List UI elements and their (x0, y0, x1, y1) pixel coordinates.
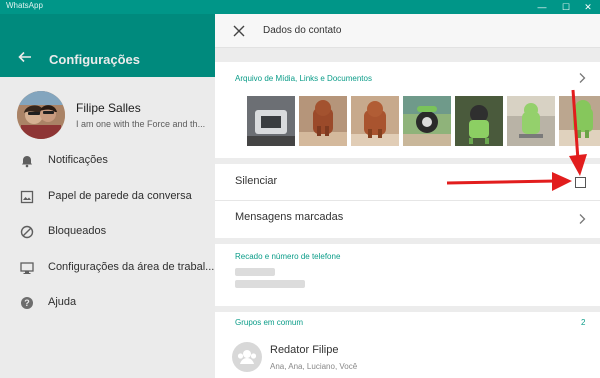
close-window-button[interactable]: ✕ (578, 0, 598, 14)
back-arrow-icon[interactable] (18, 50, 32, 64)
mute-checkbox[interactable] (575, 177, 586, 188)
svg-text:?: ? (24, 298, 30, 308)
group-icon (237, 350, 257, 364)
wallpaper-icon (20, 190, 34, 204)
about-card: Recado e número de telefone (215, 244, 600, 306)
settings-title: Configurações (49, 52, 141, 67)
chevron-right-icon[interactable] (577, 72, 587, 84)
settings-header: Configurações (0, 14, 215, 77)
close-icon[interactable] (232, 24, 246, 38)
profile-row[interactable]: Filipe Salles I am one with the Force an… (0, 87, 215, 147)
block-icon (20, 225, 34, 239)
desktop-icon (20, 262, 34, 274)
media-thumbnail[interactable] (351, 96, 399, 146)
contact-info-header: Dados do contato (215, 14, 600, 48)
settings-panel: Configurações Filipe Salles I am one wit… (0, 14, 215, 378)
avatar[interactable] (17, 91, 65, 139)
help-icon: ? (21, 297, 33, 309)
contact-info-panel: Dados do contato Arquivo de Mídia, Links… (215, 14, 600, 378)
media-thumbnail[interactable] (559, 96, 600, 146)
profile-status: I am one with the Force and th... (76, 119, 206, 129)
group-name: Redator Filipe (270, 344, 339, 356)
media-thumbnail[interactable] (507, 96, 555, 146)
minimize-button[interactable]: — (532, 0, 552, 14)
menu-item-help[interactable]: ? Ajuda (0, 286, 215, 320)
mute-row[interactable]: Silenciar (215, 164, 600, 200)
media-thumbnail[interactable] (455, 96, 503, 146)
group-list-item[interactable]: Redator Filipe Ana, Ana, Luciano, Você (215, 326, 600, 378)
blurred-phone-number (235, 280, 305, 288)
menu-item-label: Papel de parede da conversa (48, 190, 192, 202)
mute-label: Silenciar (235, 175, 278, 187)
window-title-bar: WhatsApp — ☐ ✕ (0, 0, 600, 14)
group-avatar (232, 342, 262, 372)
blurred-status (235, 268, 275, 276)
groups-card: Grupos em comum 2 Redator Filipe Ana, An… (215, 312, 600, 378)
menu-item-label: Ajuda (48, 296, 77, 308)
menu-item-label: Notificações (48, 154, 108, 166)
starred-messages-label: Mensagens marcadas (235, 211, 344, 223)
media-card[interactable]: Arquivo de Mídia, Links e Documentos (215, 62, 600, 158)
window-title: WhatsApp (6, 1, 43, 10)
starred-messages-row[interactable]: Mensagens marcadas (215, 201, 600, 237)
about-section-title: Recado e número de telefone (235, 252, 341, 261)
options-card: Silenciar Mensagens marcadas (215, 164, 600, 238)
menu-item-wallpaper[interactable]: Papel de parede da conversa (0, 180, 215, 214)
menu-item-label: Bloqueados (48, 225, 107, 237)
media-thumbnail[interactable] (299, 96, 347, 146)
media-thumbnail[interactable] (403, 96, 451, 146)
menu-item-blocked[interactable]: Bloqueados (0, 215, 215, 249)
chevron-right-icon (579, 214, 586, 224)
menu-item-notifications[interactable]: Notificações (0, 144, 215, 178)
bell-icon (22, 156, 32, 168)
maximize-button[interactable]: ☐ (556, 0, 576, 14)
menu-item-desktop-settings[interactable]: Configurações da área de trabal... (0, 251, 215, 285)
media-thumbnail[interactable] (247, 96, 295, 146)
group-members: Ana, Ana, Luciano, Você (270, 362, 358, 371)
menu-item-label: Configurações da área de trabal... (48, 261, 215, 273)
contact-info-title: Dados do contato (263, 25, 342, 36)
media-section-title: Arquivo de Mídia, Links e Documentos (235, 74, 372, 83)
profile-name: Filipe Salles (76, 101, 141, 115)
